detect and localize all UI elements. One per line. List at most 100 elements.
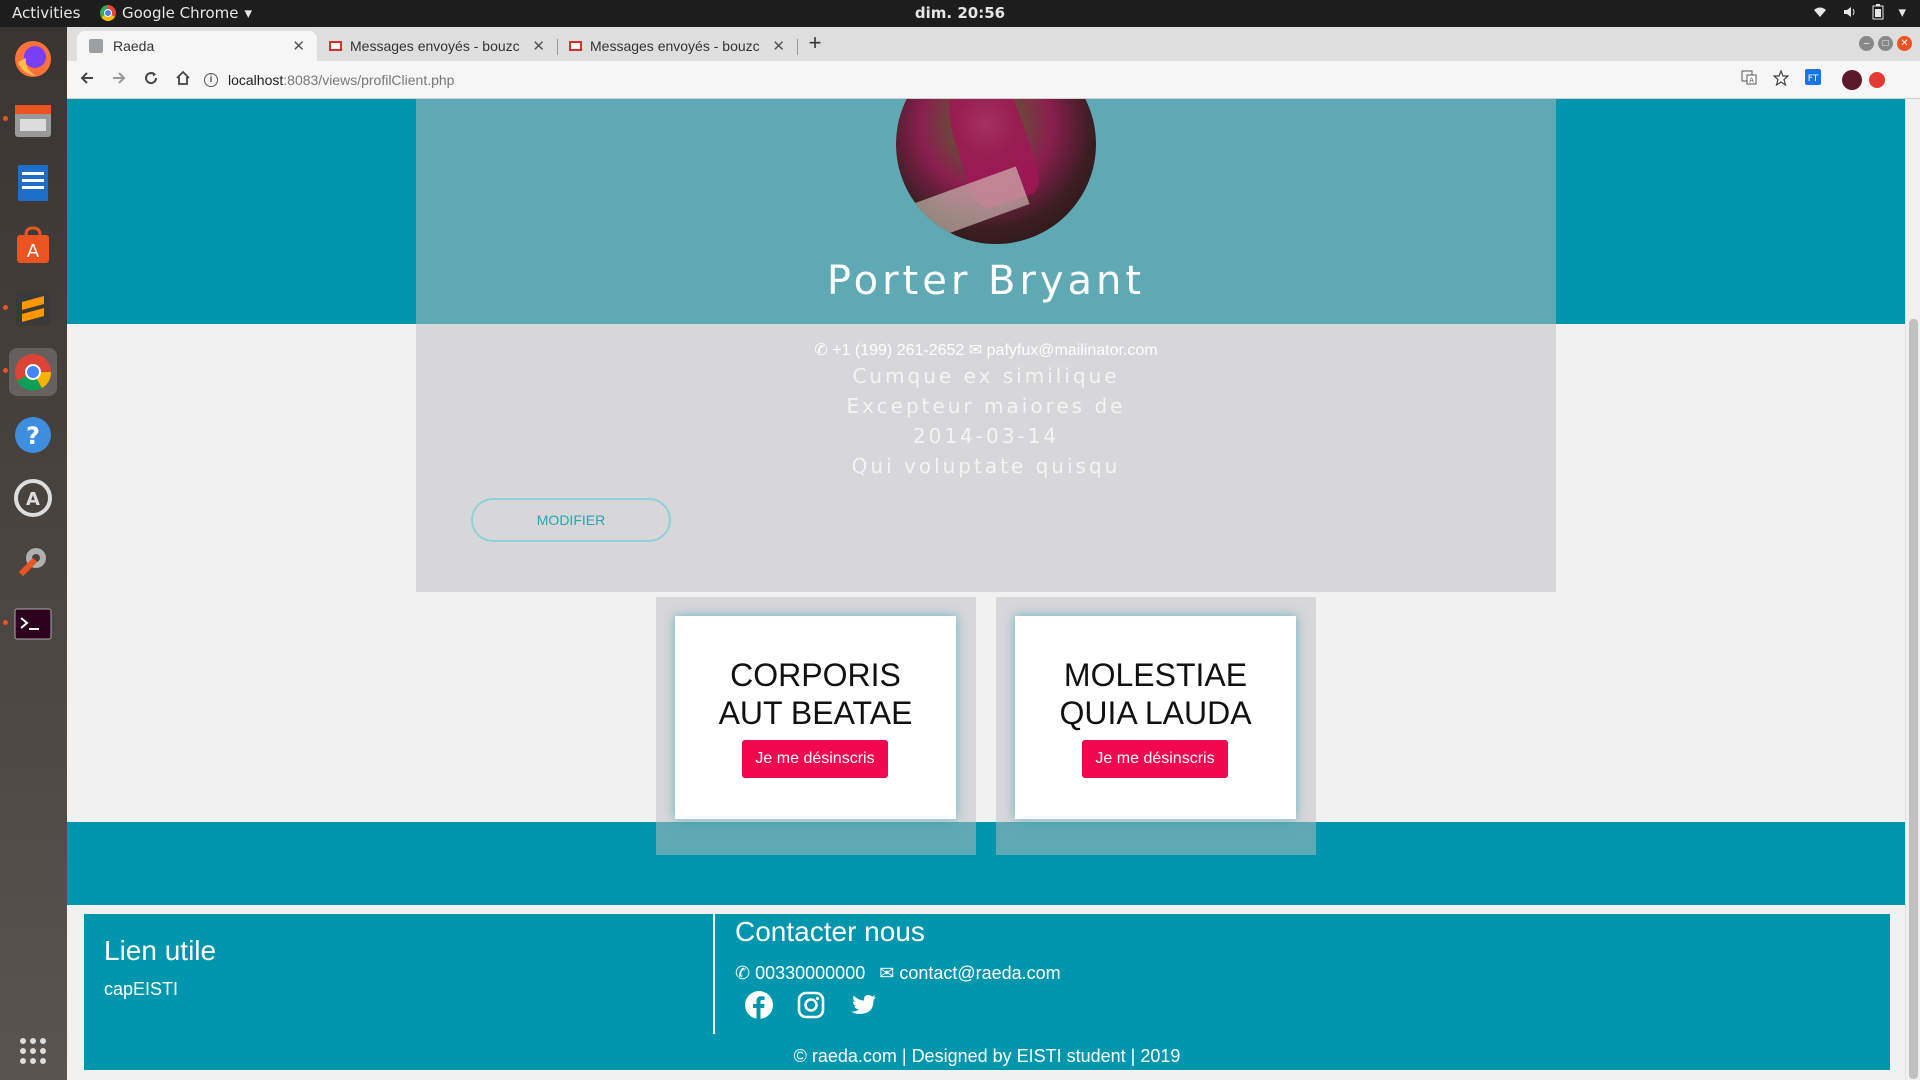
facebook-icon[interactable] xyxy=(744,990,774,1020)
event-card-base xyxy=(656,822,976,855)
gmail-icon xyxy=(569,41,582,51)
dock-sublime[interactable] xyxy=(3,285,57,333)
back-button[interactable] xyxy=(75,68,99,92)
profile-button[interactable] xyxy=(1840,68,1864,92)
page-scrollbar[interactable] xyxy=(1905,99,1920,1080)
translate-icon: A xyxy=(1741,70,1757,85)
dock-terminal[interactable] xyxy=(3,600,57,648)
files-icon xyxy=(15,105,51,137)
maximize-button[interactable]: □ xyxy=(1878,36,1893,51)
svg-text:A: A xyxy=(27,241,40,262)
dock-firefox[interactable] xyxy=(9,35,57,83)
software-center-icon: A xyxy=(17,226,49,263)
tab-messages-2[interactable]: Messages envoyés - bouzc ✕ xyxy=(557,31,797,61)
tab-title: Raeda xyxy=(113,38,155,54)
profile-contact-line: ✆ +1 (199) 261-2652 ✉ pafyfux@mailinator… xyxy=(416,340,1556,360)
mail-icon: ✉ xyxy=(879,963,900,983)
dock-writer[interactable] xyxy=(9,159,57,207)
extension-button[interactable]: FT xyxy=(1801,68,1825,92)
stop-icon xyxy=(1869,72,1885,88)
footer-contact-row: ✆ 00330000000 ✉ contact@raeda.com xyxy=(735,963,1061,984)
wifi-icon xyxy=(1814,7,1827,17)
minimize-button[interactable]: – xyxy=(1859,36,1874,51)
chrome-icon xyxy=(15,354,52,391)
page-icon xyxy=(89,39,103,53)
dock-help[interactable]: ? xyxy=(9,411,57,459)
footer-area: Lien utile capEISTI Contacter nous ✆ 003… xyxy=(67,905,1905,1080)
arrow-right-icon xyxy=(113,72,126,84)
unsubscribe-button[interactable]: Je me désinscris xyxy=(742,740,888,778)
twitter-icon[interactable] xyxy=(848,990,878,1020)
help-icon: ? xyxy=(15,417,51,453)
home-button[interactable] xyxy=(171,68,195,92)
reload-icon xyxy=(145,72,158,85)
firefox-icon xyxy=(15,41,51,77)
avatar xyxy=(1842,70,1862,90)
profile-detail-date: 2014-03-14 xyxy=(912,424,1060,448)
url-path: :8083/views/profilClient.php xyxy=(283,72,455,88)
footer-link-capeisti[interactable]: capEISTI xyxy=(104,979,178,1000)
url-host: localhost xyxy=(228,72,284,88)
dock-settings[interactable] xyxy=(9,537,57,585)
translate-button[interactable]: A xyxy=(1737,68,1761,92)
footer-email-address: contact@raeda.com xyxy=(899,963,1061,983)
chevron-down-icon: ▾ xyxy=(1898,3,1906,21)
show-applications-button[interactable] xyxy=(9,1027,57,1075)
svg-text:?: ? xyxy=(26,422,40,450)
mail-icon: ✉ xyxy=(968,342,983,359)
profile-detail-4: Qui voluptate quisqu xyxy=(851,454,1121,478)
home-icon xyxy=(176,70,190,85)
system-top-bar: Activities Google Chrome ▾ dim. 20:56 ▾ xyxy=(0,0,1920,27)
dock-chrome[interactable] xyxy=(3,348,57,396)
svg-text:FT: FT xyxy=(1808,74,1819,84)
close-icon[interactable]: ✕ xyxy=(772,37,785,55)
event-title: CORPORIS AUT BEATAE xyxy=(675,656,956,732)
system-tray[interactable]: ▾ xyxy=(1812,3,1906,21)
close-icon[interactable]: ✕ xyxy=(532,37,545,55)
close-window-button[interactable]: ✕ xyxy=(1897,36,1912,51)
svg-text:A: A xyxy=(26,489,40,510)
event-title-line: QUIA LAUDA xyxy=(1059,695,1252,731)
terminal-icon xyxy=(14,608,52,640)
unsubscribe-button[interactable]: Je me désinscris xyxy=(1082,740,1228,778)
gmail-icon xyxy=(329,41,342,51)
footer-divider xyxy=(713,914,715,1034)
tab-strip: Raeda ✕ Messages envoyés - bouzc ✕ Messa… xyxy=(67,27,1920,61)
star-icon xyxy=(1772,69,1790,87)
extension-icon: FT xyxy=(1805,69,1821,85)
close-icon[interactable]: ✕ xyxy=(292,37,305,55)
footer-phone: ✆ 00330000000 xyxy=(735,963,865,984)
event-card-frame: MOLESTIAE QUIA LAUDA Je me désinscris xyxy=(996,597,1316,822)
profile-detail-2: Excepteur maiores de xyxy=(846,394,1126,418)
dock-files[interactable] xyxy=(3,96,57,144)
browser-toolbar: i localhost:8083/views/profilClient.php … xyxy=(67,61,1920,99)
new-tab-button[interactable]: + xyxy=(803,31,827,55)
modify-button[interactable]: MODIFIER xyxy=(471,498,671,542)
event-card-base xyxy=(996,822,1316,855)
info-icon[interactable]: i xyxy=(204,73,218,87)
social-links xyxy=(744,990,878,1020)
scrollbar-thumb[interactable] xyxy=(1909,319,1918,1079)
bookmark-button[interactable] xyxy=(1769,68,1793,92)
tab-raeda[interactable]: Raeda ✕ xyxy=(77,31,317,61)
profile-name: Porter Bryant xyxy=(826,258,1146,304)
svg-text:A: A xyxy=(1749,77,1754,85)
address-bar[interactable]: i localhost:8083/views/profilClient.php xyxy=(204,66,1704,94)
event-card: CORPORIS AUT BEATAE Je me désinscris xyxy=(675,616,956,819)
tab-messages-1[interactable]: Messages envoyés - bouzc ✕ xyxy=(317,31,557,61)
instagram-icon[interactable] xyxy=(796,990,826,1020)
document-icon xyxy=(18,165,48,201)
footer-email[interactable]: ✉ contact@raeda.com xyxy=(879,963,1060,984)
reload-button[interactable] xyxy=(139,68,163,92)
profile-email: pafyfux@mailinator.com xyxy=(986,342,1158,359)
lower-band xyxy=(67,822,1905,905)
forward-button[interactable] xyxy=(107,68,131,92)
volume-icon xyxy=(1844,7,1855,17)
profile-details: ✆ +1 (199) 261-2652 ✉ pafyfux@mailinator… xyxy=(416,324,1556,592)
tab-title: Messages envoyés - bouzc xyxy=(350,38,520,54)
extension-red-button[interactable] xyxy=(1865,68,1889,92)
clock[interactable]: dim. 20:56 xyxy=(0,4,1920,22)
dock-updater[interactable]: A xyxy=(9,474,57,522)
settings-icon xyxy=(18,548,46,577)
dock-software[interactable]: A xyxy=(9,222,57,270)
